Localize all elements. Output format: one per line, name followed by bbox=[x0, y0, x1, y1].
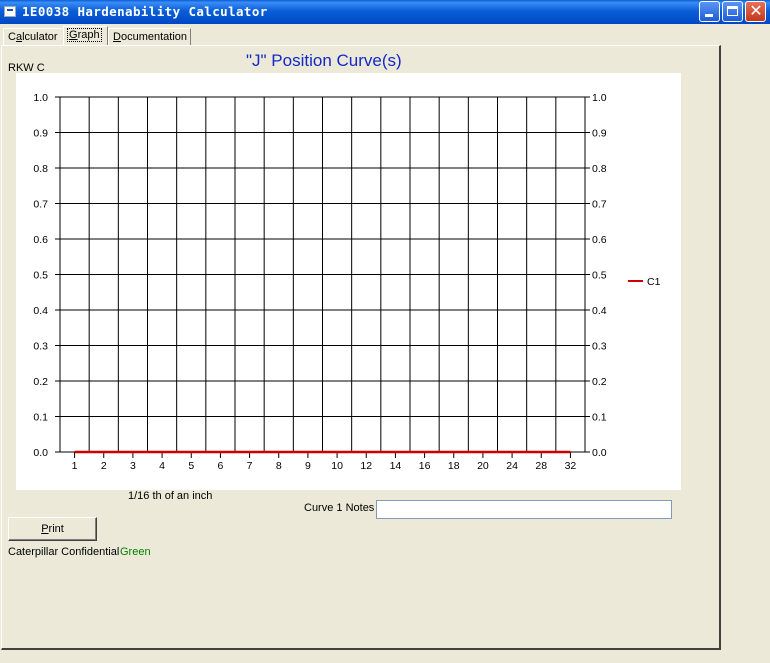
x-tick-label: 28 bbox=[535, 460, 547, 472]
x-tick-label: 3 bbox=[130, 460, 136, 472]
x-tick-label: 16 bbox=[419, 460, 431, 472]
y-tick-label-left: 0.4 bbox=[33, 305, 48, 317]
y-tick-label-right: 0.9 bbox=[592, 128, 607, 140]
y-tick-label-right: 1.0 bbox=[592, 92, 607, 104]
x-tick-label: 9 bbox=[305, 460, 311, 472]
chart: 0.0 0.0 0.1 0.1 0.2 0.2 0.3 0.3 0.4 0.4 0.5 0.5 0.6 0… bbox=[33, 92, 661, 472]
x-tick-label: 18 bbox=[448, 460, 460, 472]
x-tick-label: 2 bbox=[101, 460, 107, 472]
y-tick-label-left: 0.8 bbox=[33, 163, 48, 175]
y-tick-label-right: 0.3 bbox=[592, 341, 607, 353]
y-tick-label-left: 0.0 bbox=[33, 447, 48, 459]
y-tick-label-right: 0.4 bbox=[592, 305, 607, 317]
confidential-label: Caterpillar Confidential bbox=[8, 546, 120, 558]
classification-label: Green bbox=[120, 546, 151, 558]
legend-label: C1 bbox=[647, 276, 661, 288]
y-tick-label-left: 0.7 bbox=[33, 199, 48, 211]
curve-notes-label: Curve 1 Notes bbox=[304, 502, 375, 514]
curve-notes-input[interactable] bbox=[376, 500, 672, 519]
x-tick-label: 14 bbox=[390, 460, 402, 472]
y-tick-label-right: 0.1 bbox=[592, 412, 607, 424]
y-tick-label-right: 0.6 bbox=[592, 234, 607, 246]
x-tick-label: 5 bbox=[188, 460, 194, 472]
x-tick-label: 8 bbox=[276, 460, 282, 472]
y-tick-label-left: 0.1 bbox=[33, 412, 48, 424]
y-tick-label-right: 0.8 bbox=[592, 163, 607, 175]
print-button[interactable]: Print bbox=[8, 517, 97, 541]
y-tick-label-left: 0.5 bbox=[33, 270, 48, 282]
x-axis-label: 1/16 th of an inch bbox=[128, 490, 213, 502]
x-tick-label: 24 bbox=[506, 460, 518, 472]
x-tick-label: 4 bbox=[159, 460, 165, 472]
y-tick-label-left: 0.3 bbox=[33, 341, 48, 353]
y-tick-label-left: 0.6 bbox=[33, 234, 48, 246]
app-window: 1E0038 Hardenability Calculator ✕ Calcul… bbox=[0, 0, 770, 663]
x-tick-label: 1 bbox=[72, 460, 78, 472]
x-tick-label: 6 bbox=[217, 460, 223, 472]
y-tick-label-left: 1.0 bbox=[33, 92, 48, 104]
x-tick-label: 7 bbox=[247, 460, 253, 472]
y-tick-label-right: 0.7 bbox=[592, 199, 607, 211]
y-tick-label-left: 0.9 bbox=[33, 128, 48, 140]
x-tick-label: 12 bbox=[360, 460, 372, 472]
x-tick-label: 10 bbox=[331, 460, 343, 472]
y-tick-label-right: 0.0 bbox=[592, 447, 607, 459]
x-tick-label: 20 bbox=[477, 460, 489, 472]
y-tick-label-left: 0.2 bbox=[33, 376, 48, 388]
y-tick-label-right: 0.5 bbox=[592, 270, 607, 282]
x-tick-label: 32 bbox=[565, 460, 577, 472]
y-tick-label-right: 0.2 bbox=[592, 376, 607, 388]
